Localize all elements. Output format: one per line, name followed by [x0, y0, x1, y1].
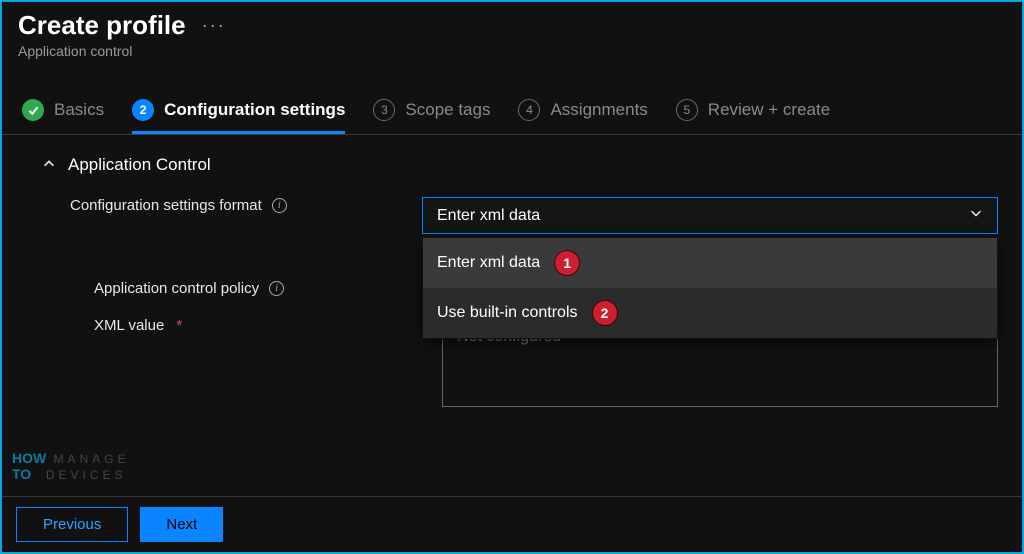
tab-label: Basics — [54, 100, 104, 120]
page-subtitle: Application control — [18, 43, 1006, 59]
dropdown-config-format: Enter xml data 1 Use built-in controls 2 — [422, 237, 998, 339]
chevron-down-icon — [969, 206, 983, 225]
tab-scope-tags[interactable]: 3 Scope tags — [373, 99, 490, 134]
info-icon[interactable]: i — [269, 281, 284, 296]
option-label: Enter xml data — [437, 254, 540, 272]
tab-label: Assignments — [550, 100, 647, 120]
chevron-up-icon — [42, 157, 56, 174]
check-icon — [22, 99, 44, 121]
section-toggle-application-control[interactable]: Application Control — [42, 155, 998, 175]
previous-button[interactable]: Previous — [16, 507, 128, 542]
wizard-tabs: Basics 2 Configuration settings 3 Scope … — [2, 63, 1022, 135]
tab-configuration-settings[interactable]: 2 Configuration settings — [132, 99, 345, 134]
wizard-footer: Previous Next — [2, 496, 1022, 552]
tab-label: Configuration settings — [164, 100, 345, 120]
select-value: Enter xml data — [437, 207, 540, 225]
select-config-format[interactable]: Enter xml data — [422, 197, 998, 234]
annotation-badge: 2 — [592, 300, 618, 326]
annotation-badge: 1 — [554, 250, 580, 276]
section-title: Application Control — [68, 155, 211, 175]
info-icon[interactable]: i — [272, 198, 287, 213]
more-icon[interactable]: ··· — [202, 15, 226, 36]
label-app-control-policy: Application control policy — [94, 280, 259, 297]
dropdown-option-enter-xml[interactable]: Enter xml data 1 — [423, 238, 997, 288]
step-number-icon: 2 — [132, 99, 154, 121]
label-config-format: Configuration settings format — [70, 197, 262, 214]
next-button[interactable]: Next — [140, 507, 223, 542]
tab-label: Scope tags — [405, 100, 490, 120]
label-xml-value: XML value — [94, 317, 164, 334]
watermark-logo: HOW MANAGE TO DEVICES — [12, 451, 130, 482]
step-number-icon: 5 — [676, 99, 698, 121]
tab-assignments[interactable]: 4 Assignments — [518, 99, 647, 134]
tab-label: Review + create — [708, 100, 830, 120]
tab-review-create[interactable]: 5 Review + create — [676, 99, 830, 134]
step-number-icon: 4 — [518, 99, 540, 121]
dropdown-option-builtin[interactable]: Use built-in controls 2 — [423, 288, 997, 338]
required-indicator: * — [176, 317, 182, 334]
page-title: Create profile — [18, 10, 186, 41]
step-number-icon: 3 — [373, 99, 395, 121]
tab-basics[interactable]: Basics — [22, 99, 104, 134]
option-label: Use built-in controls — [437, 304, 578, 322]
